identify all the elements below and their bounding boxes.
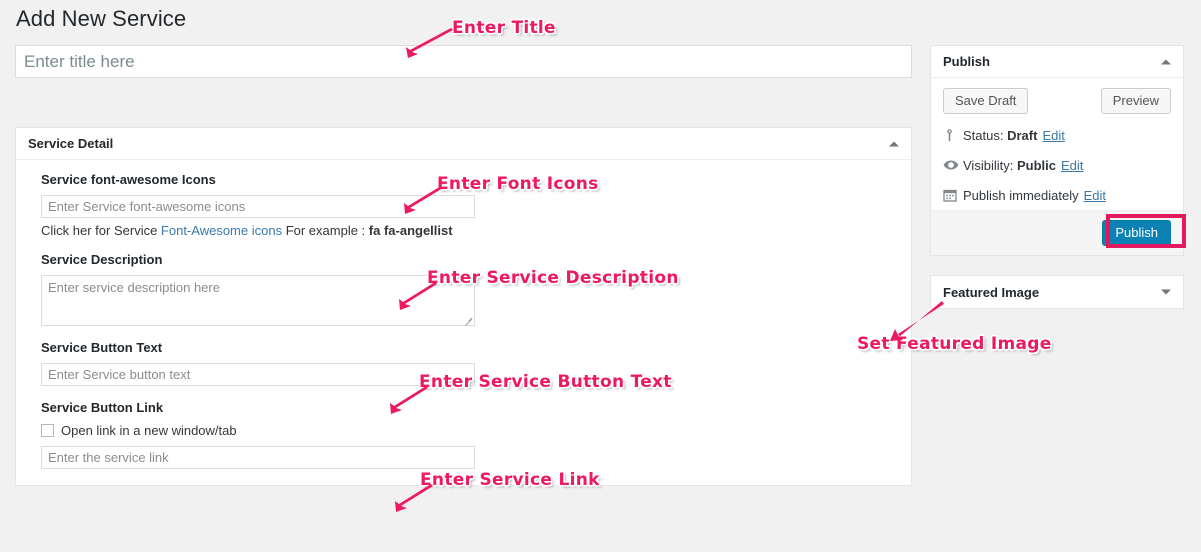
publish-panel-title: Publish [943, 54, 990, 69]
annotation-enter-font-icons: Enter Font Icons [437, 174, 599, 194]
hint-example: fa fa-angellist [368, 223, 453, 238]
new-window-checkbox-label: Open link in a new window/tab [61, 423, 237, 438]
service-link-input-row [16, 446, 911, 469]
service-detail-title: Service Detail [28, 136, 114, 151]
visibility-value: Public [1016, 157, 1056, 173]
chevron-down-icon[interactable] [1161, 289, 1171, 295]
service-detail-header[interactable]: Service Detail [16, 128, 911, 160]
annotation-enter-title: Enter Title [452, 18, 556, 38]
calendar-icon [943, 188, 963, 202]
annotation-set-featured-image: Set Featured Image [857, 334, 1052, 354]
description-textarea[interactable] [41, 275, 475, 326]
button-text-input[interactable] [41, 363, 475, 386]
button-link-label: Service Button Link [41, 400, 164, 415]
publish-actions-row: Save Draft Preview [931, 78, 1183, 120]
annotation-enter-service-link: Enter Service Link [420, 470, 600, 490]
font-awesome-link[interactable]: Font-Awesome icons [161, 223, 282, 238]
annotation-enter-description: Enter Service Description [427, 268, 679, 288]
eye-icon [943, 159, 963, 171]
new-window-checkbox[interactable] [41, 424, 54, 437]
font-icons-input-row [16, 195, 911, 218]
visibility-edit-link[interactable]: Edit [1061, 158, 1083, 173]
pin-icon [943, 128, 963, 142]
visibility-label: Visibility: [963, 157, 1014, 173]
new-window-checkbox-row[interactable]: Open link in a new window/tab [41, 423, 911, 438]
status-label: Status: [963, 127, 1004, 143]
button-text-label: Service Button Text [41, 340, 163, 355]
status-value: Draft [1007, 127, 1038, 143]
publish-panel-header[interactable]: Publish [931, 46, 1183, 78]
font-icons-input[interactable] [41, 195, 475, 218]
save-draft-button[interactable]: Save Draft [943, 88, 1029, 114]
schedule-label: Publish immediately [963, 187, 1079, 203]
featured-image-title: Featured Image [943, 284, 1040, 300]
font-icons-hint: Click her for Service Font-Awesome icons… [41, 223, 911, 238]
publish-footer: Publish [931, 210, 1183, 255]
status-edit-link[interactable]: Edit [1042, 128, 1064, 143]
description-label: Service Description [41, 252, 163, 267]
hint-middle: For example : [282, 223, 369, 238]
title-input[interactable] [15, 45, 912, 78]
publish-button[interactable]: Publish [1102, 220, 1171, 246]
annotation-enter-button-text: Enter Service Button Text [419, 372, 672, 392]
featured-image-panel[interactable]: Featured Image [930, 275, 1184, 309]
featured-image-header[interactable]: Featured Image [931, 276, 1183, 308]
description-textarea-wrapper [41, 275, 475, 326]
schedule-edit-link[interactable]: Edit [1084, 188, 1106, 203]
hint-prefix: Click her for Service [41, 223, 161, 238]
title-field-wrapper [15, 45, 912, 78]
status-row: Status: Draft Edit [931, 120, 1183, 150]
chevron-up-icon[interactable] [889, 141, 899, 146]
preview-button[interactable]: Preview [1100, 88, 1171, 114]
visibility-row: Visibility: Public Edit [931, 150, 1183, 180]
schedule-row: Publish immediately Edit [931, 180, 1183, 210]
service-detail-body: Service font-awesome Icons Click her for… [16, 160, 911, 485]
chevron-up-icon[interactable] [1161, 59, 1171, 64]
service-link-input[interactable] [41, 446, 475, 469]
page-title: Add New Service [16, 6, 187, 31]
publish-panel: Publish Save Draft Preview Status: Draft… [930, 45, 1184, 256]
